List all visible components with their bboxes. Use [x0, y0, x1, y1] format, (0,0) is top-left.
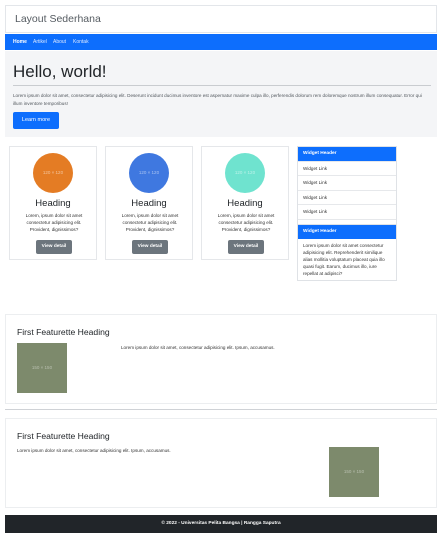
widget-link[interactable]: Widget Link: [298, 204, 396, 218]
widget-header: Widget Header: [298, 225, 396, 239]
nav-about[interactable]: About: [53, 39, 66, 45]
featurette-image: 150 × 150: [17, 343, 67, 393]
widget-link[interactable]: Widget Link: [298, 189, 396, 204]
card: 120 × 120 Heading Lorem, ipsum dolor sit…: [201, 146, 289, 260]
view-detail-button[interactable]: View detail: [36, 240, 72, 254]
card-text: Lorem, ipsum dolor sit amet consectetur …: [121, 213, 179, 232]
featurette-text: Lorem ipsum dolor sit amet, consectetur …: [17, 448, 171, 453]
nav-artikel[interactable]: Artikel: [33, 39, 47, 45]
featurette: First Featurette Heading Lorem ipsum dol…: [5, 418, 437, 508]
card-heading: Heading: [35, 198, 71, 209]
card-text: Lorem, ipsum dolor sit amet consectetur …: [217, 213, 275, 232]
card-image: 120 × 120: [129, 153, 169, 193]
learn-more-button[interactable]: Learn more: [13, 112, 59, 129]
featurette-text: Lorem ipsum dolor sit amet, consectetur …: [121, 345, 275, 350]
card-image: 120 × 120: [225, 153, 265, 193]
brand-title[interactable]: Layout Sederhana: [15, 13, 101, 25]
widget-link[interactable]: Widget Link: [298, 175, 396, 189]
view-detail-button[interactable]: View detail: [132, 240, 168, 254]
featurette: First Featurette Heading 150 × 150 Lorem…: [5, 314, 437, 404]
jumbotron-text: Lorem ipsum dolor sit amet, consectetur …: [13, 93, 422, 106]
card-heading: Heading: [227, 198, 263, 209]
footer: © 2022 - Universitas Pelita Bangsa | Ran…: [5, 515, 437, 533]
featurette-heading: First Featurette Heading: [17, 327, 110, 337]
navbar: Home Artikel About Kontak: [5, 34, 437, 50]
featurette-heading: First Featurette Heading: [17, 431, 110, 441]
widget-body: Lorem ipsum dolor sit amet consectetur a…: [303, 243, 385, 276]
jumbotron-divider: [13, 85, 431, 86]
brand-bar: Layout Sederhana: [5, 5, 437, 33]
card-heading: Heading: [131, 198, 167, 209]
card: 120 × 120 Heading Lorem, ipsum dolor sit…: [9, 146, 97, 260]
card-image: 120 × 120: [33, 153, 73, 193]
widget-text: Widget Header Lorem ipsum dolor sit amet…: [297, 224, 397, 281]
jumbotron-title: Hello, world!: [13, 62, 107, 81]
widget-link[interactable]: Widget Link: [298, 161, 396, 175]
widget-links: Widget Header Widget Link Widget Link Wi…: [297, 146, 397, 234]
jumbotron: Hello, world! Lorem ipsum dolor sit amet…: [5, 51, 437, 137]
view-detail-button[interactable]: View detail: [228, 240, 264, 254]
nav-kontak[interactable]: Kontak: [73, 39, 89, 45]
nav-home[interactable]: Home: [13, 39, 27, 45]
card: 120 × 120 Heading Lorem, ipsum dolor sit…: [105, 146, 193, 260]
section-divider: [5, 409, 437, 410]
card-text: Lorem, ipsum dolor sit amet consectetur …: [25, 213, 83, 232]
featurette-image: 150 × 150: [329, 447, 379, 497]
widget-header: Widget Header: [298, 147, 396, 161]
